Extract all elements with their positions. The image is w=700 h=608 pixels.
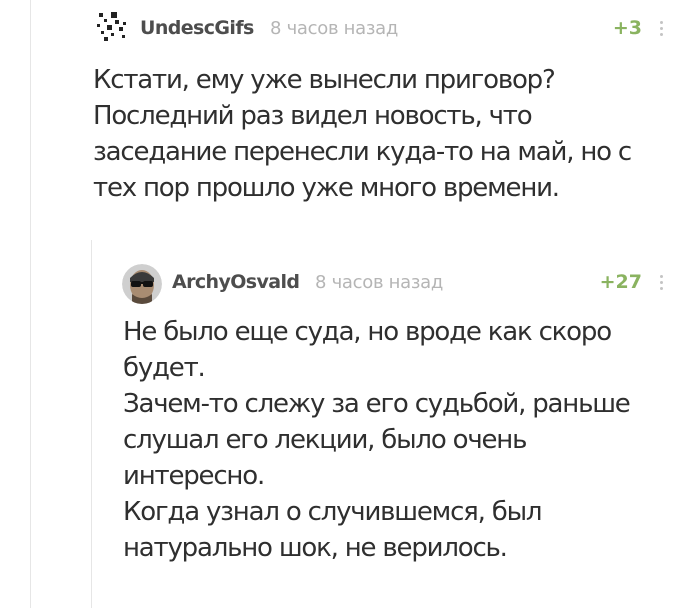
comment-text-line: Последний раз видел новость, что [93, 101, 533, 131]
rating-score: +3 [612, 17, 642, 39]
timestamp[interactable]: 8 часов назад [315, 272, 443, 293]
comment-text-line: тех пор прошло уже много времени. [93, 173, 560, 203]
username[interactable]: ArchyOsvald [172, 271, 300, 293]
reply-comment: ArchyOsvald 8 часов назад +27 Не было ещ… [0, 250, 700, 608]
timestamp[interactable]: 8 часов назад [270, 18, 398, 39]
comment: UndescGifs 8 часов назад +3 Кстати, ему … [0, 0, 700, 240]
comment-text-line: Кстати, ему уже вынесли приговор? [93, 65, 556, 95]
more-options-icon[interactable] [657, 21, 665, 41]
comment-text-line: натурально шок, не верилось. [123, 533, 508, 563]
comment-text: Кстати, ему уже вынесли приговор? Послед… [93, 62, 632, 206]
comment-text-line: слушал его лекции, было очень [123, 425, 527, 455]
comment-text-line: Когда узнал о случившемся, был [123, 497, 543, 527]
comment-text-line: будет. [123, 353, 206, 383]
rating-score: +27 [599, 271, 642, 293]
pixel-pattern-avatar-icon[interactable] [95, 10, 129, 44]
more-options-icon[interactable] [657, 275, 665, 295]
comment-text-line: Не было еще суда, но вроде как скоро [123, 317, 612, 347]
comment-header: UndescGifs 8 часов назад +3 [0, 0, 700, 41]
comment-text-line: Зачем-то слежу за его судьбой, раньше [123, 389, 631, 419]
comment-header: ArchyOsvald 8 часов назад +27 [0, 250, 700, 304]
comment-text-line: заседание перенесли куда-то на май, но с [93, 137, 632, 167]
man-with-sunglasses-avatar-icon[interactable] [122, 264, 162, 304]
username[interactable]: UndescGifs [140, 17, 254, 39]
comment-text-line: интересно. [123, 461, 265, 491]
comment-text: Не было еще суда, но вроде как скоро буд… [123, 314, 631, 566]
